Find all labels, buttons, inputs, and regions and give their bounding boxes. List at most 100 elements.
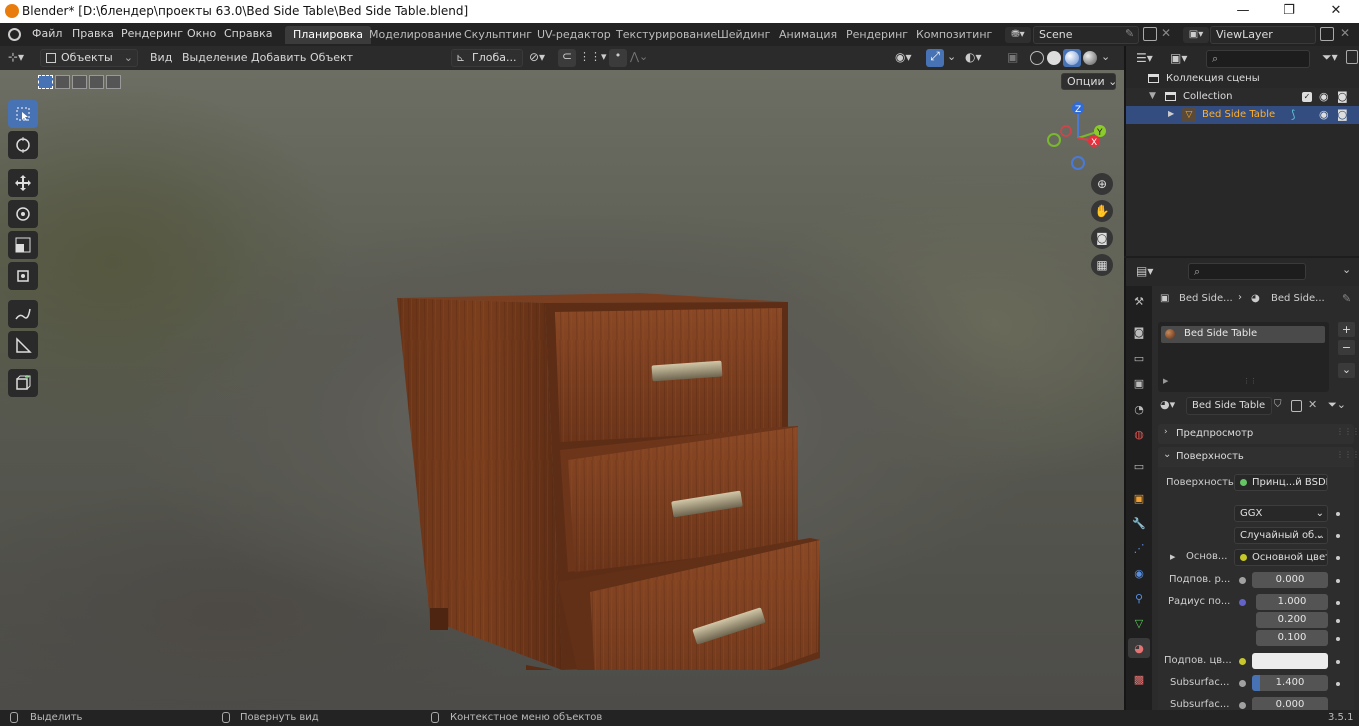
sss-ior-field[interactable]: 1.400 <box>1252 675 1328 691</box>
close-button[interactable]: ✕ <box>1313 0 1359 23</box>
options-dropdown[interactable]: Опции ⌄ <box>1061 73 1117 90</box>
modifier-tab-icon[interactable]: 🔧 <box>1128 513 1150 533</box>
subsurface-method-select[interactable]: Случайный об... ⌄ <box>1234 527 1328 544</box>
xray-icon[interactable]: ▣ <box>1007 50 1018 64</box>
material-tab-icon[interactable]: ◕ <box>1128 638 1150 658</box>
tab-modeling[interactable]: Моделирование <box>361 26 470 44</box>
base-color-link[interactable]: Основной цвет <box>1234 549 1328 566</box>
outliner-filter-icon-left[interactable]: ▣▾ <box>1170 51 1187 65</box>
outliner-search-input[interactable]: ⌕ <box>1206 50 1310 68</box>
proportional-edit-icon[interactable]: • <box>609 49 627 67</box>
menu-add[interactable]: Добавить <box>251 51 306 64</box>
outliner-display-mode-icon[interactable]: ☰▾ <box>1136 51 1153 65</box>
editor-type-icon[interactable]: ▤▾ <box>1136 264 1153 278</box>
new-viewlayer-icon[interactable] <box>1320 27 1334 41</box>
eye-icon[interactable]: ◉ <box>1319 90 1329 103</box>
orientation-select[interactable]: ⊾ Глоба... <box>451 49 523 67</box>
menu-window[interactable]: Окно <box>187 27 216 40</box>
3d-viewport[interactable]: Опции ⌄ Z Y X ⊕ ✋ ◙ ▦ <box>0 70 1124 710</box>
scene-type-icon[interactable]: ⛃▾ <box>1005 27 1031 43</box>
scene-tab-icon[interactable]: ◔ <box>1128 399 1150 419</box>
remove-slot-button[interactable]: − <box>1338 340 1355 355</box>
properties-search-input[interactable]: ⌕ <box>1188 263 1306 280</box>
annotate-tool-icon[interactable] <box>8 300 38 328</box>
new-scene-icon[interactable] <box>1143 27 1157 41</box>
data-tab-icon[interactable]: ▽ <box>1128 613 1150 633</box>
keyframe-dot-icon[interactable] <box>1336 512 1340 516</box>
camera-icon[interactable]: ◙ <box>1091 227 1113 249</box>
surface-shader-select[interactable]: Принц...й BSDF <box>1234 474 1328 491</box>
shading-dropdown-icon[interactable]: ⌄ <box>1101 50 1110 63</box>
checkbox-icon[interactable]: ✓ <box>1302 92 1312 102</box>
add-slot-button[interactable]: + <box>1338 322 1355 337</box>
select-intersect-icon[interactable] <box>106 75 121 89</box>
cursor-tool-icon[interactable] <box>8 131 38 159</box>
chevron-down-icon[interactable]: ⌄ <box>1342 263 1351 276</box>
grid-view-icon[interactable]: ▦ <box>1091 254 1113 276</box>
wireframe-shading-icon[interactable] <box>1030 51 1044 65</box>
menu-select[interactable]: Выделение <box>182 51 248 64</box>
select-invert-icon[interactable] <box>89 75 104 89</box>
scene-field[interactable]: Scene <box>1033 26 1139 44</box>
editor-type-icon[interactable]: ⊹▾ <box>8 50 24 64</box>
visibility-icon[interactable]: ◉▾ <box>895 50 912 64</box>
maximize-button[interactable]: ❐ <box>1266 0 1312 23</box>
select-subtract-icon[interactable] <box>72 75 87 89</box>
modifier-wrench-icon[interactable]: ⟆ <box>1291 108 1295 121</box>
falloff-icon[interactable]: ⋀⌄ <box>630 50 648 63</box>
gizmo-dropdown-icon[interactable]: ⌄ <box>947 50 956 63</box>
material-slot-row[interactable]: Bed Side Table <box>1161 326 1325 343</box>
material-filter-icon[interactable]: ⏷⌄ <box>1328 398 1346 412</box>
expand-arrow-icon[interactable]: ▶ <box>1163 377 1168 385</box>
menu-object[interactable]: Объект <box>310 51 353 64</box>
particles-tab-icon[interactable]: ⋰ <box>1128 538 1150 558</box>
menu-view[interactable]: Вид <box>150 51 172 64</box>
viewlayer-type-icon[interactable]: ▣▾ <box>1183 27 1209 43</box>
zoom-icon[interactable]: ⊕ <box>1091 173 1113 195</box>
expand-arrow-icon[interactable]: ▶ <box>1170 553 1175 561</box>
unlink-material-icon[interactable]: ✕ <box>1308 398 1317 411</box>
keyframe-dot-icon[interactable] <box>1336 660 1340 664</box>
tab-shading[interactable]: Шейдинг <box>709 26 778 44</box>
pin-icon[interactable]: ✎ <box>1342 292 1351 305</box>
pin-icon[interactable]: ✎ <box>1125 27 1134 40</box>
select-box-tool-icon[interactable] <box>8 100 38 128</box>
pivot-icon[interactable]: ⊘▾ <box>529 50 545 64</box>
tab-texture-paint[interactable]: Текстурирование <box>608 26 725 44</box>
select-extend-icon[interactable] <box>55 75 70 89</box>
snap-icon[interactable]: ⊂ <box>558 49 576 67</box>
view-layer-tab-icon[interactable]: ▣ <box>1128 373 1150 393</box>
material-shading-icon[interactable] <box>1063 49 1081 67</box>
tab-sculpting[interactable]: Скульптинг <box>456 26 540 44</box>
subsurface-field[interactable]: 0.000 <box>1252 572 1328 588</box>
tab-animation[interactable]: Анимация <box>771 26 845 44</box>
panel-preview[interactable]: › Предпросмотр ⋮⋮⋮ <box>1158 424 1359 444</box>
expand-arrow-icon[interactable]: ▼ <box>1149 91 1156 101</box>
transform-tool-icon[interactable] <box>8 262 38 290</box>
physics-tab-icon[interactable]: ◉ <box>1128 563 1150 583</box>
rendered-shading-icon[interactable] <box>1083 51 1097 65</box>
remove-scene-icon[interactable]: ✕ <box>1161 26 1171 40</box>
filter-icon[interactable]: ⏷▾ <box>1322 50 1338 65</box>
fake-user-shield-icon[interactable]: ⛉ <box>1274 399 1282 410</box>
resize-handle-icon[interactable]: ⋮⋮ <box>1243 377 1257 385</box>
menu-file[interactable]: Файл <box>32 27 62 40</box>
keyframe-dot-icon[interactable] <box>1336 601 1340 605</box>
remove-viewlayer-icon[interactable]: ✕ <box>1340 26 1350 40</box>
measure-tool-icon[interactable] <box>8 331 38 359</box>
texture-tab-icon[interactable]: ▩ <box>1128 669 1150 689</box>
blender-menu-icon[interactable] <box>8 28 21 41</box>
radius-z-field[interactable]: 0.100 <box>1256 630 1328 646</box>
outliner-row-object[interactable]: ▶ ▽ Bed Side Table ⟆ ◉ ◙ <box>1126 106 1359 124</box>
menu-edit[interactable]: Правка <box>72 27 114 40</box>
new-collection-icon[interactable] <box>1346 50 1358 64</box>
panel-surface[interactable]: ⌄ Поверхность ⋮⋮⋮ <box>1158 447 1359 467</box>
object-tab-icon[interactable]: ▣ <box>1128 488 1150 508</box>
world-tab-icon[interactable]: ◍ <box>1128 424 1150 444</box>
radius-y-field[interactable]: 0.200 <box>1256 612 1328 628</box>
keyframe-dot-icon[interactable] <box>1336 579 1340 583</box>
duplicate-material-icon[interactable] <box>1291 400 1302 412</box>
keyframe-dot-icon[interactable] <box>1336 619 1340 623</box>
drag-handle-icon[interactable]: ⋮⋮⋮ <box>1336 427 1359 436</box>
menu-render[interactable]: Рендеринг <box>121 27 183 40</box>
